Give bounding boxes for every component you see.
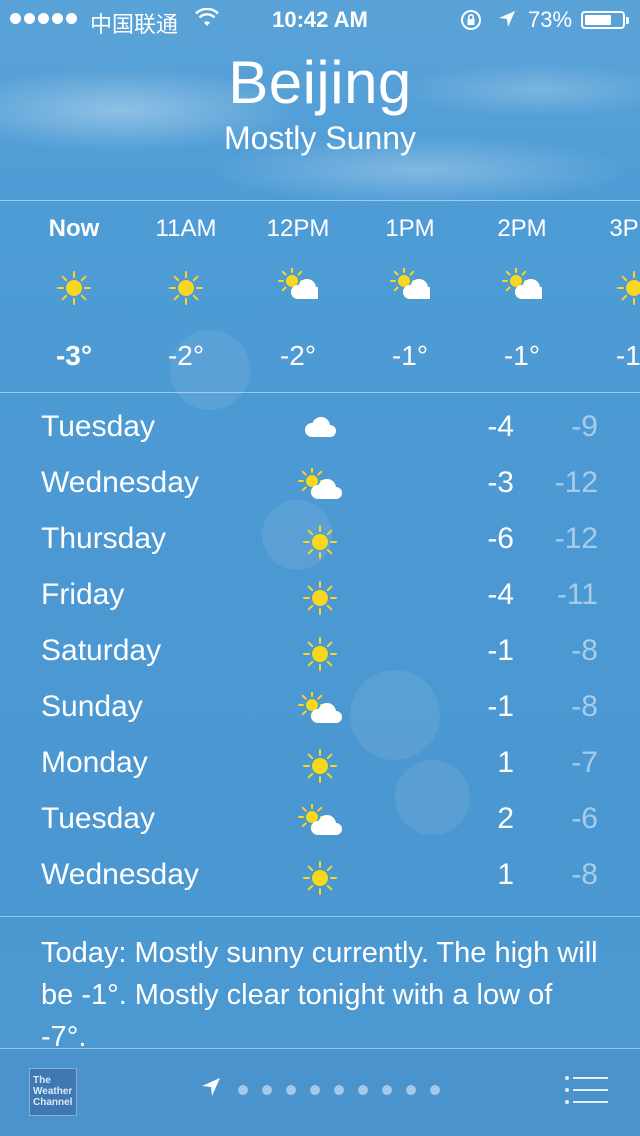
divider (0, 1048, 640, 1049)
sun-icon (298, 748, 342, 784)
current-condition: Mostly Sunny (223, 120, 417, 156)
page-dot[interactable] (334, 1085, 344, 1095)
day-name: Saturday (41, 634, 162, 667)
hourly-time: 1PM (385, 215, 435, 242)
weather-channel-logo[interactable]: The Weather Channel (29, 1068, 77, 1116)
hourly-temp: -3° (55, 340, 93, 371)
daily-row: Monday 1 -7 (0, 736, 640, 792)
sun-icon (298, 860, 342, 896)
hourly-temp: -2° (279, 340, 317, 371)
day-high-temp: -1 (487, 634, 514, 667)
hourly-time: 12PM (266, 215, 330, 242)
sun-icon (298, 636, 342, 672)
day-low-temp: -7 (571, 746, 598, 779)
hourly-temp: -1° (503, 340, 541, 371)
hourly-temp: -1° (391, 340, 429, 371)
partly-cloudy-icon (502, 267, 546, 308)
hourly-item: 3PM -1° (578, 200, 640, 392)
partly-cloudy-icon (298, 803, 342, 840)
daily-row: Tuesday 2 -6 (0, 792, 640, 848)
page-dot[interactable] (358, 1085, 368, 1095)
day-name: Friday (41, 578, 125, 611)
page-dot[interactable] (310, 1085, 320, 1095)
page-dot[interactable] (382, 1085, 392, 1095)
page-dot[interactable] (238, 1085, 248, 1095)
day-name: Monday (41, 746, 148, 779)
divider (0, 392, 640, 393)
day-name: Tuesday (41, 802, 155, 835)
daily-row: Thursday -6 -12 (0, 512, 640, 568)
sun-icon (614, 268, 640, 308)
day-name: Sunday (41, 690, 143, 723)
hourly-item: 2PM -1° (466, 200, 578, 392)
daily-row: Wednesday 1 -8 (0, 848, 640, 904)
partly-cloudy-icon (278, 267, 322, 308)
hourly-item: Now -3° (18, 200, 130, 392)
daily-row: Wednesday -3 -12 (0, 456, 640, 512)
day-low-temp: -6 (571, 802, 598, 835)
day-high-temp: 2 (497, 802, 514, 835)
day-high-temp: -1 (487, 690, 514, 723)
day-low-temp: -11 (556, 578, 598, 611)
hourly-item: 12PM -2° (242, 200, 354, 392)
partly-cloudy-icon (390, 267, 434, 308)
page-dot[interactable] (406, 1085, 416, 1095)
sun-icon (54, 268, 94, 308)
day-low-temp: -12 (554, 522, 598, 555)
page-dot[interactable] (262, 1085, 272, 1095)
status-bar: 中国联通 10:42 AM 73% (0, 0, 640, 40)
partly-cloudy-icon (298, 691, 342, 728)
bottom-toolbar: The Weather Channel (0, 1048, 640, 1136)
daily-row: Saturday -1 -8 (0, 624, 640, 680)
partly-cloudy-icon (298, 467, 342, 504)
daily-row: Sunday -1 -8 (0, 680, 640, 736)
day-low-temp: -8 (571, 858, 598, 891)
day-low-temp: -9 (571, 410, 598, 443)
today-summary: Today: Mostly sunny currently. The high … (41, 937, 598, 1053)
hourly-time: Now (48, 215, 100, 242)
day-low-temp: -12 (554, 466, 598, 499)
day-high-temp: -3 (487, 466, 514, 499)
day-low-temp: -8 (571, 690, 598, 723)
day-high-temp: 1 (497, 858, 514, 891)
day-high-temp: 1 (497, 746, 514, 779)
page-dot[interactable] (430, 1085, 440, 1095)
divider (0, 916, 640, 917)
battery-percentage: 73% (528, 7, 573, 32)
city-list-icon[interactable] (564, 1075, 610, 1105)
sun-icon (166, 268, 206, 308)
day-low-temp: -8 (571, 634, 598, 667)
current-location-icon[interactable] (200, 1076, 222, 1098)
city-name: Beijing (228, 49, 412, 116)
hourly-forecast[interactable]: Now -3° 11AM -2° 12PM -2° 1PM -1° 2PM -1… (0, 200, 640, 392)
location-arrow-icon (499, 11, 515, 27)
sun-icon (298, 524, 342, 560)
hourly-item: 1PM -1° (354, 200, 466, 392)
battery-icon (581, 11, 629, 29)
hourly-time: 3PM (609, 215, 640, 242)
day-high-temp: -6 (487, 522, 514, 555)
rotation-lock-icon (461, 10, 481, 30)
day-name: Thursday (41, 522, 167, 555)
day-high-temp: -4 (487, 410, 514, 443)
hourly-temp: -1° (615, 340, 640, 371)
daily-row: Friday -4 -11 (0, 568, 640, 624)
hourly-time: 2PM (497, 215, 547, 242)
day-high-temp: -4 (487, 578, 514, 611)
hourly-item: 11AM -2° (130, 200, 242, 392)
cloud-icon (298, 412, 342, 448)
daily-row: Tuesday -4 -9 (0, 400, 640, 456)
page-dot[interactable] (286, 1085, 296, 1095)
page-indicator[interactable] (238, 1085, 440, 1095)
day-name: Tuesday (41, 410, 155, 443)
day-name: Wednesday (41, 858, 199, 891)
sun-icon (298, 580, 342, 616)
hourly-time: 11AM (155, 215, 217, 242)
day-name: Wednesday (41, 466, 199, 499)
hourly-temp: -2° (167, 340, 205, 371)
